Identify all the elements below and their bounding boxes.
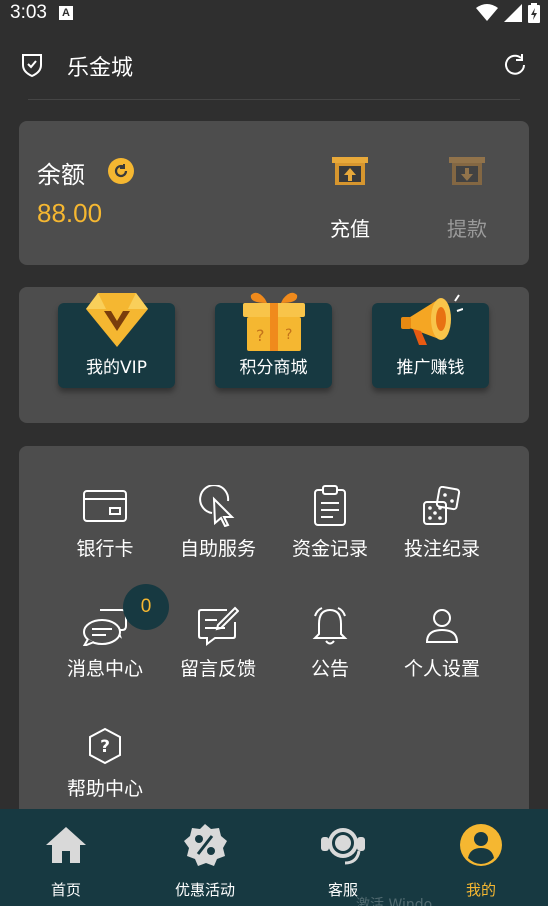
percent-badge-icon <box>150 821 260 869</box>
nav-customer-service[interactable]: 客服 <box>288 821 398 900</box>
bank-card-icon <box>81 482 129 530</box>
svg-text:?: ? <box>285 327 292 343</box>
battery-icon <box>528 3 540 23</box>
promo-referral-label: 推广赚钱 <box>396 358 465 378</box>
svg-text:?: ? <box>100 737 110 757</box>
menu-bank-card-label: 银行卡 <box>76 538 134 560</box>
menu-bank-card[interactable]: 银行卡 <box>49 482 161 561</box>
balance-value: 88.00 <box>37 198 103 228</box>
promo-referral[interactable]: 推广赚钱 <box>372 294 489 388</box>
refresh-icon[interactable] <box>502 52 528 78</box>
chat-bubbles-icon <box>81 602 129 650</box>
withdraw-label: 提款 <box>447 217 487 241</box>
deposit-button[interactable]: 充值 <box>315 155 385 242</box>
user-icon <box>418 602 466 650</box>
help-icon: ? <box>81 722 129 770</box>
page-title: 乐金城 <box>67 56 134 81</box>
status-indicators <box>476 3 540 23</box>
menu-personal-settings[interactable]: 个人设置 <box>386 602 498 681</box>
menu-fund-records[interactable]: 资金记录 <box>274 482 386 561</box>
windows-activation-watermark: 激活 Windo <box>356 897 433 906</box>
menu-message-center-label: 消息中心 <box>66 658 143 680</box>
balance-card: 余额 88.00 充值 提款 <box>19 121 529 265</box>
nav-promotions[interactable]: 优惠活动 <box>150 821 260 900</box>
app-header: 乐金城 <box>0 40 548 90</box>
deposit-icon <box>332 157 368 185</box>
menu-bet-records[interactable]: 投注纪录 <box>386 482 498 561</box>
menu-personal-settings-label: 个人设置 <box>403 658 480 680</box>
notification-icon: A <box>58 6 73 20</box>
status-bar: 3:03 A <box>0 0 548 26</box>
menu-announcements-label: 公告 <box>310 658 349 680</box>
vip-diamond-icon <box>85 293 148 347</box>
menu-card: 银行卡 自助服务 资金记录 投注纪录 消息中心 0 留言反馈 公告 个人设置 ?… <box>19 446 529 826</box>
balance-label: 余额 <box>37 161 85 189</box>
menu-feedback-label: 留言反馈 <box>179 658 256 680</box>
clipboard-icon <box>306 482 354 530</box>
withdraw-button[interactable]: 提款 <box>432 155 502 242</box>
home-icon <box>11 821 121 869</box>
withdraw-icon <box>449 157 485 185</box>
status-time: 3:03 <box>10 2 47 23</box>
deposit-label: 充值 <box>330 217 370 241</box>
profile-icon <box>426 821 536 869</box>
menu-announcements[interactable]: 公告 <box>274 602 386 681</box>
menu-feedback[interactable]: 留言反馈 <box>162 602 274 681</box>
menu-help-center-label: 帮助中心 <box>66 778 143 800</box>
promo-points-mall[interactable]: ? ? 积分商城 <box>215 292 332 388</box>
nav-mine[interactable]: 我的 <box>426 821 536 900</box>
signal-icon <box>504 4 522 22</box>
dice-icon <box>418 482 466 530</box>
balance-refresh-icon[interactable] <box>108 158 134 184</box>
nav-mine-label: 我的 <box>465 881 496 899</box>
nav-promotions-label: 优惠活动 <box>174 881 235 899</box>
menu-bet-records-label: 投注纪录 <box>403 538 480 560</box>
menu-self-service[interactable]: 自助服务 <box>162 482 274 561</box>
promo-vip-label: 我的VIP <box>86 358 147 378</box>
promo-card: 我的VIP ? ? 积分商城 推广赚钱 <box>19 287 529 423</box>
megaphone-icon <box>400 294 463 345</box>
nav-home[interactable]: 首页 <box>11 821 121 900</box>
wifi-icon <box>476 4 498 21</box>
menu-help-center[interactable]: ? 帮助中心 <box>49 722 161 801</box>
promo-vip[interactable]: 我的VIP <box>58 293 175 388</box>
headset-icon <box>288 821 398 869</box>
bottom-nav: 首页 优惠活动 客服 我的 <box>0 809 548 906</box>
gift-box-icon: ? ? <box>242 292 305 351</box>
promo-points-mall-label: 积分商城 <box>239 358 308 378</box>
nav-home-label: 首页 <box>50 881 81 899</box>
menu-fund-records-label: 资金记录 <box>291 538 368 560</box>
header-divider <box>28 99 520 100</box>
svg-text:?: ? <box>256 326 265 345</box>
menu-self-service-label: 自助服务 <box>179 538 256 560</box>
pointer-hand-icon <box>194 482 242 530</box>
bell-icon <box>306 602 354 650</box>
shield-check-icon[interactable] <box>20 52 44 78</box>
feedback-edit-icon <box>194 602 242 650</box>
